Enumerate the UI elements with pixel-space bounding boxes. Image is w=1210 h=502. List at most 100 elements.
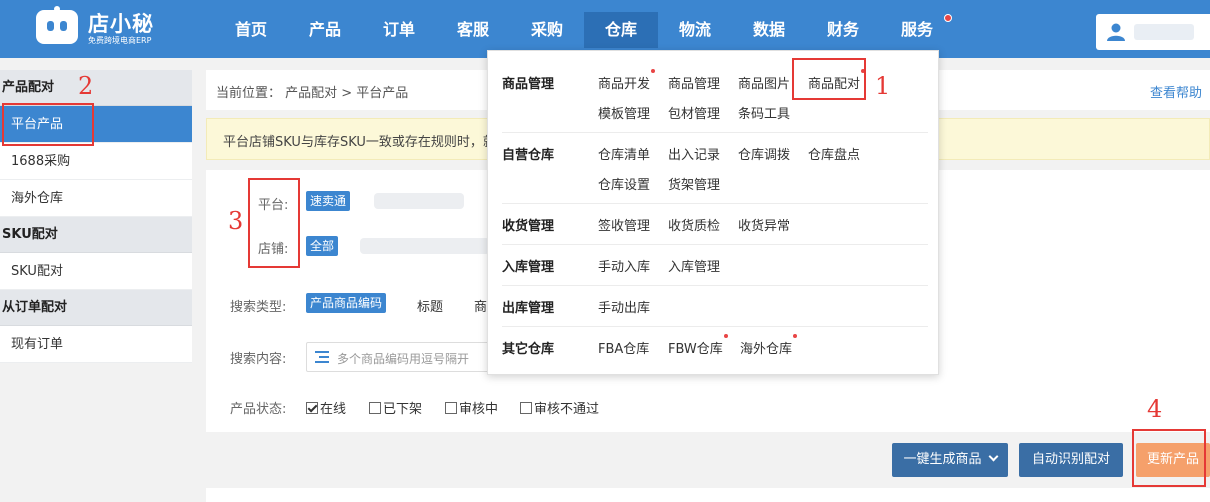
brand-logo[interactable]: 店小秘 免费跨境电商ERP [36, 6, 196, 47]
search-content-label: 搜索内容: [230, 352, 287, 367]
status-reviewing-checkbox[interactable]: 审核中 [445, 398, 498, 417]
nav-item-purchase[interactable]: 采购 [510, 12, 584, 48]
annotation-number-4: 4 [1147, 395, 1163, 423]
nav-item-warehouse[interactable]: 仓库 [584, 12, 658, 48]
menu-item-warehouse-list[interactable]: 仓库清单 [598, 144, 650, 163]
annotation-number-3: 3 [228, 207, 244, 235]
results-strip-cropped [206, 488, 1210, 502]
menu-item-inbound-mgmt[interactable]: 入库管理 [668, 256, 720, 275]
user-icon [1107, 23, 1125, 41]
annotation-box-1 [792, 58, 866, 100]
search-type-title[interactable]: 标题 [417, 296, 443, 315]
menu-item-barcode-tool[interactable]: 条码工具 [738, 103, 790, 122]
platform-options-redacted [374, 193, 464, 209]
checkbox-icon [445, 401, 457, 414]
brand-name: 店小秘 [88, 12, 154, 36]
new-dot-icon [793, 334, 798, 338]
status-label: 产品状态: [230, 402, 287, 417]
generate-product-button[interactable]: 一键生成商品 [892, 443, 1008, 477]
auto-match-button[interactable]: 自动识别配对 [1019, 443, 1123, 477]
menu-item-packaging-mgmt[interactable]: 包材管理 [668, 103, 720, 122]
store-tag[interactable]: 全部 [306, 236, 339, 256]
help-link[interactable]: 查看帮助 [1150, 82, 1202, 101]
menu-item-receiving-exceptions[interactable]: 收货异常 [738, 215, 790, 234]
menu-item-manual-outbound[interactable]: 手动出库 [598, 297, 650, 316]
menu-item-fba-warehouse[interactable]: FBA仓库 [598, 338, 649, 357]
new-dot-icon [651, 69, 656, 73]
generate-product-label: 一键生成商品 [903, 452, 982, 467]
status-rejected-checkbox[interactable]: 审核不通过 [520, 398, 599, 417]
annotation-box-3 [248, 178, 300, 268]
search-type-selected[interactable]: 产品商品编码 [306, 293, 387, 313]
robot-logo-icon [36, 6, 78, 44]
nav-item-products[interactable]: 产品 [288, 12, 362, 48]
username-redacted [1134, 24, 1194, 40]
user-menu[interactable] [1096, 14, 1210, 50]
annotation-number-1: 1 [875, 72, 891, 100]
search-type-more[interactable]: 商 [474, 296, 487, 315]
sidebar-group-order-match: 从订单配对 [0, 290, 192, 326]
nav-item-logistics[interactable]: 物流 [658, 12, 732, 48]
sidebar-item-overseas-warehouse[interactable]: 海外仓库 [0, 180, 192, 217]
dropdown-category: 收货管理 [502, 219, 555, 234]
annotation-number-2: 2 [78, 72, 94, 100]
nav-item-home[interactable]: 首页 [214, 12, 288, 48]
menu-item-product-dev[interactable]: 商品开发 [598, 69, 656, 92]
menu-item-label: 海外仓库 [740, 342, 793, 357]
sidebar-item-existing-orders[interactable]: 现有订单 [0, 326, 192, 363]
menu-item-label: FBW仓库 [668, 342, 723, 357]
search-placeholder: 多个商品编码用逗号隔开 [337, 352, 470, 366]
dropdown-category: 入库管理 [502, 260, 555, 275]
status-online-checkbox[interactable]: 在线 [306, 398, 346, 417]
dropdown-row-self-warehouse: 自营仓库 仓库清单 出入记录 仓库调拨 仓库盘点 仓库设置 货架管理 [502, 144, 928, 204]
menu-item-fbw-warehouse[interactable]: FBW仓库 [668, 334, 728, 357]
menu-item-shelf-mgmt[interactable]: 货架管理 [668, 174, 720, 193]
menu-item-stock-count[interactable]: 仓库盘点 [808, 144, 860, 163]
list-icon [315, 351, 329, 363]
menu-item-product-mgmt[interactable]: 商品管理 [668, 73, 720, 92]
dropdown-row-other-warehouse: 其它仓库 FBA仓库 FBW仓库 海外仓库 [502, 334, 928, 364]
new-dot-icon [723, 334, 728, 338]
dropdown-row-outbound: 出库管理 手动出库 [502, 297, 928, 327]
menu-item-warehouse-settings[interactable]: 仓库设置 [598, 174, 650, 193]
annotation-box-2 [2, 103, 94, 146]
nav-item-service[interactable]: 客服 [436, 12, 510, 48]
breadcrumb: 当前位置： 产品配对 > 平台产品 [216, 86, 409, 101]
nav-item-finance[interactable]: 财务 [806, 12, 880, 48]
menu-item-label: 商品开发 [598, 77, 651, 92]
dropdown-row-receiving: 收货管理 签收管理 收货质检 收货异常 [502, 215, 928, 245]
nav-item-services-label: 服务 [900, 20, 933, 39]
sidebar-item-1688-purchase[interactable]: 1688采购 [0, 143, 192, 180]
dropdown-category: 出库管理 [502, 301, 555, 316]
sidebar-group-product-match: 产品配对 [0, 70, 192, 106]
checkbox-icon [369, 401, 381, 414]
status-offline-label: 已下架 [383, 402, 423, 417]
nav-item-services[interactable]: 服务 [880, 12, 954, 48]
platform-tag[interactable]: 速卖通 [306, 191, 351, 211]
checkbox-checked-icon [306, 401, 318, 414]
dropdown-category: 自营仓库 [502, 148, 555, 163]
search-type-label: 搜索类型: [230, 300, 287, 315]
sidebar-item-sku-match[interactable]: SKU配对 [0, 253, 192, 290]
menu-item-quality-check[interactable]: 收货质检 [668, 215, 720, 234]
notification-dot-icon [944, 14, 952, 22]
status-offline-checkbox[interactable]: 已下架 [369, 398, 422, 417]
menu-item-io-records[interactable]: 出入记录 [668, 144, 720, 163]
nav-item-orders[interactable]: 订单 [362, 12, 436, 48]
warehouse-dropdown-menu: 商品管理 商品开发 商品管理 商品图片 商品配对 模板管理 包材管理 条码工具 … [487, 50, 939, 375]
sidebar-group-sku-match: SKU配对 [0, 217, 192, 253]
brand-subtitle: 免费跨境电商ERP [88, 36, 152, 45]
menu-item-template-mgmt[interactable]: 模板管理 [598, 103, 650, 122]
menu-item-product-images[interactable]: 商品图片 [738, 73, 790, 92]
menu-item-overseas-warehouse[interactable]: 海外仓库 [740, 334, 798, 357]
nav-item-data[interactable]: 数据 [732, 12, 806, 48]
menu-item-manual-inbound[interactable]: 手动入库 [598, 256, 650, 275]
menu-item-warehouse-transfer[interactable]: 仓库调拨 [738, 144, 790, 163]
checkbox-icon [520, 401, 532, 414]
status-rejected-label: 审核不通过 [534, 402, 600, 417]
annotation-box-4 [1132, 429, 1206, 487]
menu-item-sign-mgmt[interactable]: 签收管理 [598, 215, 650, 234]
main-nav: 首页 产品 订单 客服 采购 仓库 物流 数据 财务 服务 [214, 12, 954, 48]
chevron-down-icon [988, 451, 998, 462]
status-reviewing-label: 审核中 [459, 402, 499, 417]
